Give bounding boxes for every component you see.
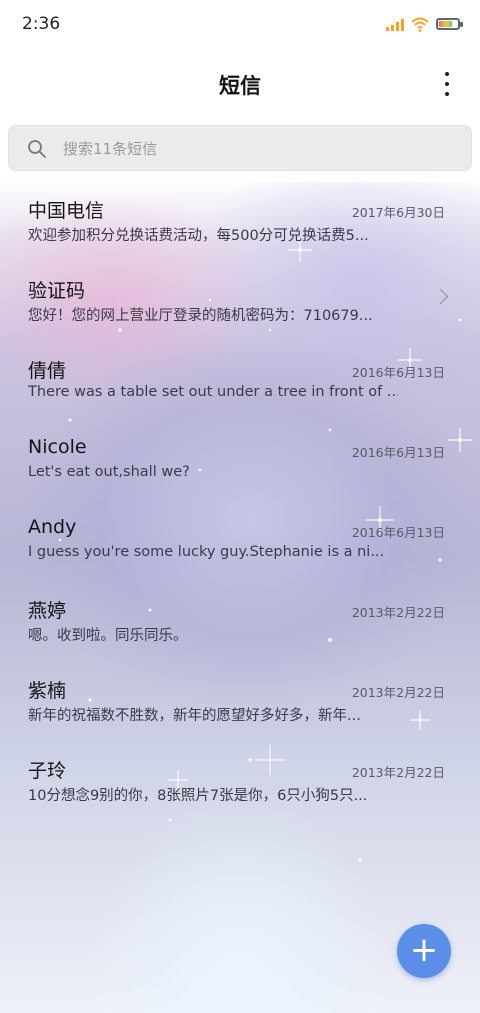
message-preview: 10分想念9别的你，8张照片7张是你，6只小狗5只... (28, 788, 368, 804)
conversation-item[interactable]: 紫楠 2013年2月22日 新年的祝福数不胜数，新年的愿望好多好多，新年... (0, 662, 480, 742)
contact-name: Nicole (28, 436, 87, 458)
messages-screen: 2:36 短信 搜索11条短信 中国电信 2017年6月30日 欢迎参加积分兑换… (0, 0, 480, 1013)
status-bar: 2:36 (0, 0, 480, 52)
message-date: 2016年6月13日 (351, 365, 445, 380)
message-preview: 嗯。收到啦。同乐同乐。 (28, 628, 188, 644)
conversation-item[interactable]: 燕婷 2013年2月22日 嗯。收到啦。同乐同乐。 (0, 582, 480, 662)
conversation-item[interactable]: Andy 2016年6月13日 I guess you're some luck… (0, 502, 480, 582)
search-bar[interactable] (8, 125, 472, 172)
contact-name: 子玲 (28, 760, 67, 782)
search-icon (28, 140, 46, 158)
conversation-list: 中国电信 2017年6月30日 欢迎参加积分兑换话费活动，每500分可兑换话费5… (0, 182, 480, 822)
message-date: 2013年2月22日 (351, 685, 445, 700)
contact-name: 验证码 (28, 280, 86, 302)
chevron-right-icon (432, 288, 449, 305)
contact-name: Andy (28, 516, 77, 538)
contact-name: 倩倩 (28, 360, 67, 382)
message-date: 2013年2月22日 (351, 605, 445, 620)
status-icons (386, 16, 463, 32)
contact-name: 燕婷 (28, 600, 67, 622)
wifi-icon (411, 17, 429, 32)
conversation-item[interactable]: 验证码 您好！您的网上营业厅登录的随机密码为：710679... (0, 262, 480, 342)
new-message-button[interactable]: + (397, 924, 451, 978)
more-vertical-icon[interactable] (444, 72, 450, 96)
contact-name: 中国电信 (28, 200, 105, 222)
conversation-item[interactable]: 倩倩 2016年6月13日 There was a table set out … (0, 342, 480, 422)
status-time: 2:36 (22, 14, 61, 34)
conversation-item[interactable]: 中国电信 2017年6月30日 欢迎参加积分兑换话费活动，每500分可兑换话费5… (0, 182, 480, 262)
plus-icon: + (409, 929, 439, 970)
message-preview: Let's eat out,shall we? (28, 464, 190, 480)
search-area (0, 116, 480, 182)
search-input[interactable] (61, 126, 445, 172)
contact-name: 紫楠 (28, 680, 67, 702)
conversation-item[interactable]: Nicole 2016年6月13日 Let's eat out,shall we… (0, 422, 480, 502)
app-bar: 短信 (0, 52, 480, 116)
message-date: 2016年6月13日 (351, 445, 445, 460)
message-preview: 您好！您的网上营业厅登录的随机密码为：710679... (28, 308, 373, 324)
signal-icon (386, 18, 404, 31)
message-preview: 新年的祝福数不胜数，新年的愿望好多好多，新年... (28, 708, 361, 724)
message-preview: I guess you're some lucky guy.Stephanie … (28, 544, 385, 560)
battery-icon (436, 18, 463, 30)
message-preview: There was a table set out under a tree i… (28, 384, 398, 400)
message-date: 2016年6月13日 (351, 525, 445, 540)
conversation-item[interactable]: 子玲 2013年2月22日 10分想念9别的你，8张照片7张是你，6只小狗5只.… (0, 742, 480, 822)
message-preview: 欢迎参加积分兑换话费活动，每500分可兑换话费5... (28, 228, 369, 244)
page-title: 短信 (219, 74, 261, 98)
message-date: 2013年2月22日 (351, 765, 445, 780)
message-date: 2017年6月30日 (351, 205, 445, 220)
